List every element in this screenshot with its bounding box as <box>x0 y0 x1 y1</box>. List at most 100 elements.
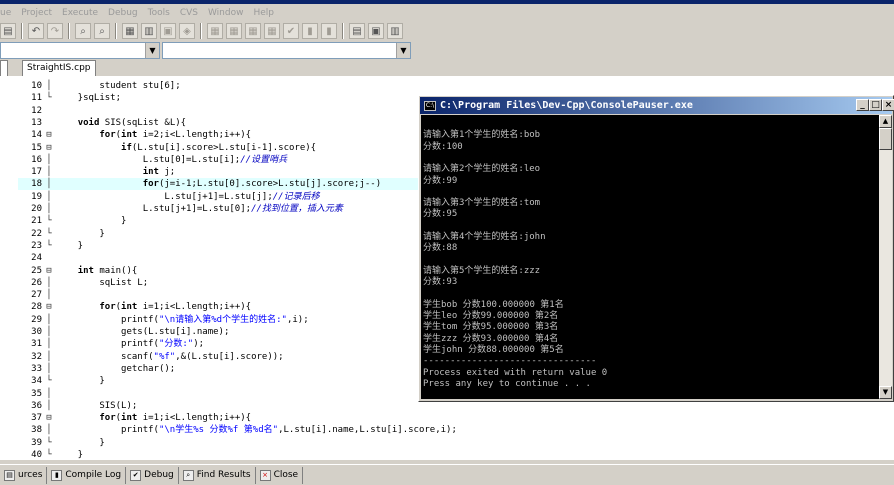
console-line: 学生zzz 分数93.000000 第4名 <box>423 333 559 344</box>
run-icon[interactable]: ▦ <box>226 23 242 39</box>
fold-marker: │ <box>46 363 52 374</box>
tab-previous[interactable] <box>0 60 8 76</box>
console-line: 学生leo 分数99.000000 第2名 <box>423 311 559 322</box>
code-text: L.stu[j+1]=L.stu[j];//记录后移 <box>56 191 320 202</box>
replace-icon[interactable]: ⌕ <box>94 23 110 39</box>
scroll-thumb[interactable] <box>879 128 892 150</box>
code-text: scanf("%f",&(L.stu[i].score)); <box>56 351 284 362</box>
project-icon: ▤ <box>4 469 15 481</box>
rebuild-icon[interactable]: ▦ <box>264 23 280 39</box>
console-scrollbar[interactable]: ▲ ▼ <box>879 115 892 399</box>
new-project-icon[interactable]: ▦ <box>122 23 138 39</box>
line-number: 13 <box>31 117 42 128</box>
tab-resources[interactable]: ▤ urces <box>0 466 48 484</box>
tab-debug[interactable]: ✔ Debug <box>126 466 179 484</box>
redo-icon[interactable]: ↷ <box>47 23 63 39</box>
chevron-down-icon[interactable]: ▼ <box>396 43 410 58</box>
console-title-bar[interactable]: C:\ C:\Program Files\Dev-Cpp\ConsolePaus… <box>420 97 894 114</box>
tab-straightis-cpp[interactable]: StraightIS.cpp <box>22 60 96 76</box>
fold-marker: │ <box>46 339 52 350</box>
menu-item-execute[interactable]: Execute <box>62 8 98 18</box>
console-line: 分数:100 <box>423 141 463 152</box>
code-line[interactable]: 40 └ } <box>18 449 894 460</box>
tab-find-results[interactable]: ⌕ Find Results <box>179 466 256 484</box>
compile-icon[interactable]: ▦ <box>207 23 223 39</box>
minimize-icon[interactable]: _ <box>856 99 869 111</box>
line-number: 12 <box>31 105 42 116</box>
line-number: 39 <box>31 437 42 448</box>
file-tab-strip: StraightIS.cpp <box>0 60 894 76</box>
maximize-icon[interactable]: □ <box>869 99 882 111</box>
fold-marker[interactable]: ⊟ <box>42 129 56 141</box>
close-icon[interactable]: × <box>882 99 894 111</box>
code-text: for(int i=1;i<L.length;i++){ <box>99 413 252 424</box>
line-number: 26 <box>31 277 42 288</box>
class-selector[interactable]: ▼ <box>0 42 160 59</box>
console-line: Press any key to continue . . . <box>423 378 591 389</box>
toolbar-separator <box>21 23 23 39</box>
code-line[interactable]: 39 └ } <box>18 437 894 449</box>
tab-close[interactable]: × Close <box>256 466 304 484</box>
member-selector[interactable]: ▼ <box>162 42 411 59</box>
code-text: } <box>56 228 105 239</box>
fold-marker: │ <box>46 277 52 288</box>
check-icon[interactable]: ✔ <box>283 23 299 39</box>
menu-item-help[interactable]: Help <box>253 8 274 18</box>
code-text: SIS(L); <box>56 400 138 411</box>
code-line[interactable]: 10 │ student stu[6]; <box>18 80 894 92</box>
code-text: student stu[6]; <box>56 81 181 91</box>
fold-marker: └ <box>46 228 52 239</box>
remove-icon[interactable]: ▣ <box>160 23 176 39</box>
fold-marker: └ <box>46 450 52 460</box>
code-line[interactable]: 38 │ printf("\n学生%s 分数%f 第%d名",L.stu[i].n… <box>18 424 894 436</box>
fold-marker: │ <box>46 167 52 178</box>
fold-marker: │ <box>46 81 52 91</box>
class-browser-icon[interactable]: ▥ <box>141 23 157 39</box>
menu-item-view[interactable]: ue <box>0 8 11 18</box>
menu-item-debug[interactable]: Debug <box>108 8 138 18</box>
fold-marker[interactable]: ⊟ <box>42 412 56 424</box>
code-text: }sqList; <box>56 93 122 104</box>
menu-item-cvs[interactable]: CVS <box>180 8 198 18</box>
bar-chart-icon[interactable]: ▮ <box>321 23 337 39</box>
menu-item-project[interactable]: Project <box>21 8 52 18</box>
bar-chart-icon[interactable]: ▮ <box>302 23 318 39</box>
chevron-down-icon[interactable]: ▼ <box>145 43 159 58</box>
menu-item-window[interactable]: Window <box>208 8 244 18</box>
line-number: 32 <box>31 351 42 362</box>
fold-marker[interactable]: ⊟ <box>42 142 56 154</box>
code-text: if(L.stu[i].score>L.stu[i-1].score){ <box>121 142 317 153</box>
fold-marker: │ <box>46 327 52 337</box>
fold-marker: └ <box>46 437 52 448</box>
line-number: 36 <box>31 400 42 411</box>
code-text: gets(L.stu[i].name); <box>56 327 230 337</box>
line-number: 27 <box>31 290 42 301</box>
console-window[interactable]: C:\ C:\Program Files\Dev-Cpp\ConsolePaus… <box>418 95 894 402</box>
fold-marker[interactable]: ⊟ <box>42 301 56 313</box>
scroll-down-icon[interactable]: ▼ <box>879 386 892 399</box>
shield-icon[interactable]: ◈ <box>179 23 195 39</box>
fold-marker[interactable]: ⊟ <box>42 265 56 277</box>
code-line[interactable]: 37 ⊟ for(int i=1;i<L.length;i++){ <box>18 412 894 424</box>
compile-run-icon[interactable]: ▦ <box>245 23 261 39</box>
toolbar-separator <box>200 23 202 39</box>
scroll-up-icon[interactable]: ▲ <box>879 115 892 128</box>
code-text: for(int i=2;i<L.length;i++){ <box>99 130 252 141</box>
stop-icon[interactable]: ▥ <box>387 23 403 39</box>
line-number: 25 <box>31 265 42 276</box>
console-line: 学生john 分数88.000000 第5名 <box>423 345 564 355</box>
line-number: 15 <box>31 142 42 153</box>
undo-icon[interactable]: ↶ <box>28 23 44 39</box>
print-icon[interactable]: ▤ <box>0 23 16 39</box>
code-text: } <box>56 376 105 387</box>
find-icon[interactable]: ⌕ <box>75 23 91 39</box>
tab-label: Debug <box>144 470 174 480</box>
console-line: 分数:95 <box>423 209 458 220</box>
console-line: 请输入第4个学生的姓名:john <box>423 232 546 242</box>
fold-marker: └ <box>46 93 52 104</box>
menu-item-tools[interactable]: Tools <box>148 8 170 18</box>
step-icon[interactable]: ▣ <box>368 23 384 39</box>
line-number: 23 <box>31 240 42 251</box>
debug-icon[interactable]: ▤ <box>349 23 365 39</box>
tab-compile-log[interactable]: ▮ Compile Log <box>47 466 127 484</box>
